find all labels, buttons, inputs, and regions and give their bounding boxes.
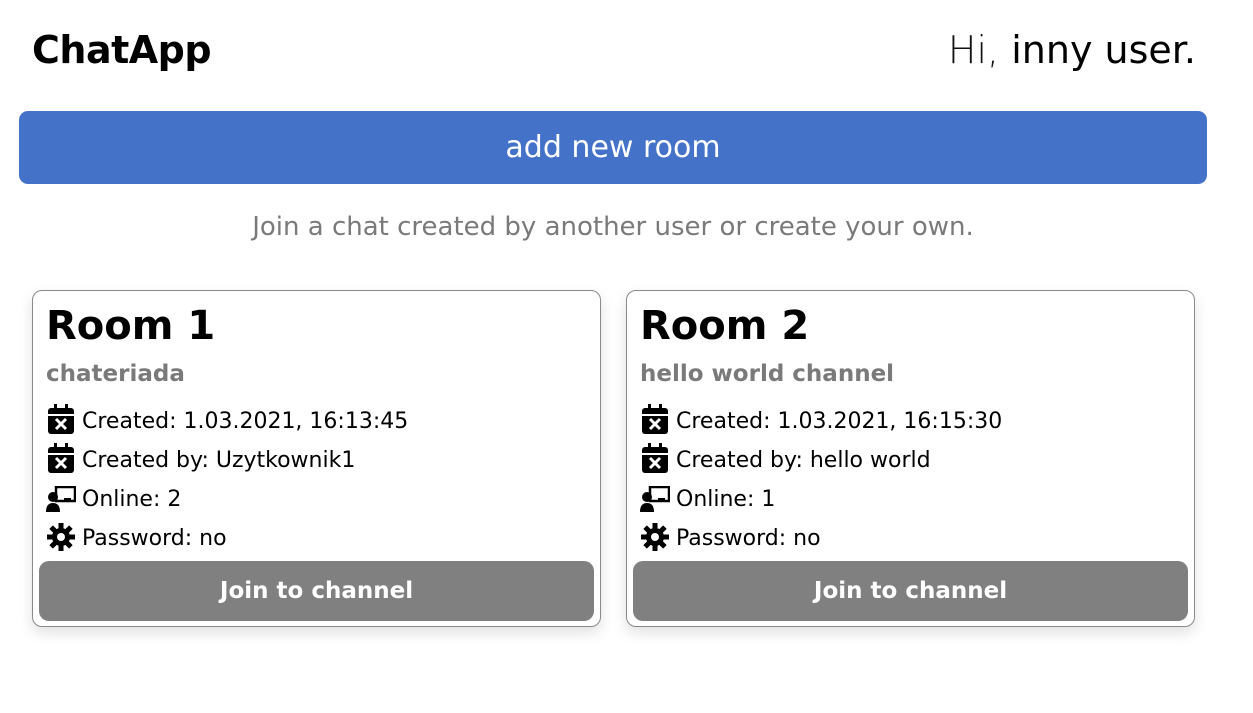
user-board-icon xyxy=(640,482,670,512)
room-title: Room 2 xyxy=(640,303,810,349)
rooms-hint: Join a chat created by another user or c… xyxy=(252,212,974,242)
calendar-x-icon xyxy=(46,404,76,434)
gear-icon xyxy=(640,521,670,551)
room-card: Room 2 hello world channel Created: 1.03… xyxy=(626,290,1195,627)
room-created-by: Created by: Uzytkownik1 xyxy=(46,443,355,473)
join-channel-button[interactable]: Join to channel xyxy=(633,561,1188,621)
user-board-icon xyxy=(46,482,76,512)
calendar-x-icon xyxy=(640,404,670,434)
app-brand: ChatApp xyxy=(32,28,212,72)
room-created: Created: 1.03.2021, 16:13:45 xyxy=(46,404,408,434)
room-online-text: Online: 1 xyxy=(676,487,776,512)
room-description: chateriada xyxy=(46,361,185,387)
calendar-x-icon xyxy=(640,443,670,473)
add-new-room-button[interactable]: add new room xyxy=(19,111,1207,184)
greeting-username: inny user. xyxy=(1011,28,1196,72)
calendar-x-icon xyxy=(46,443,76,473)
room-created: Created: 1.03.2021, 16:15:30 xyxy=(640,404,1002,434)
room-created-text: Created: 1.03.2021, 16:13:45 xyxy=(82,409,409,434)
top-bar: ChatApp Hi, inny user. xyxy=(0,0,1253,105)
user-greeting: Hi, inny user. xyxy=(948,28,1196,72)
room-online-text: Online: 2 xyxy=(82,487,182,512)
room-title: Room 1 xyxy=(46,303,216,349)
gear-icon xyxy=(46,521,76,551)
join-channel-button[interactable]: Join to channel xyxy=(39,561,594,621)
room-online: Online: 1 xyxy=(640,482,775,512)
room-password-text: Password: no xyxy=(82,526,227,551)
room-description: hello world channel xyxy=(640,361,895,387)
room-online: Online: 2 xyxy=(46,482,181,512)
room-created-by-text: Created by: hello world xyxy=(676,448,931,473)
greeting-prefix: Hi, xyxy=(947,28,1000,72)
room-password-text: Password: no xyxy=(676,526,821,551)
room-password: Password: no xyxy=(46,521,227,551)
room-created-by-text: Created by: Uzytkownik1 xyxy=(82,448,356,473)
room-created-by: Created by: hello world xyxy=(640,443,931,473)
room-password: Password: no xyxy=(640,521,821,551)
room-card: Room 1 chateriada Created: 1.03.2021, 16… xyxy=(32,290,601,627)
room-created-text: Created: 1.03.2021, 16:15:30 xyxy=(676,409,1003,434)
